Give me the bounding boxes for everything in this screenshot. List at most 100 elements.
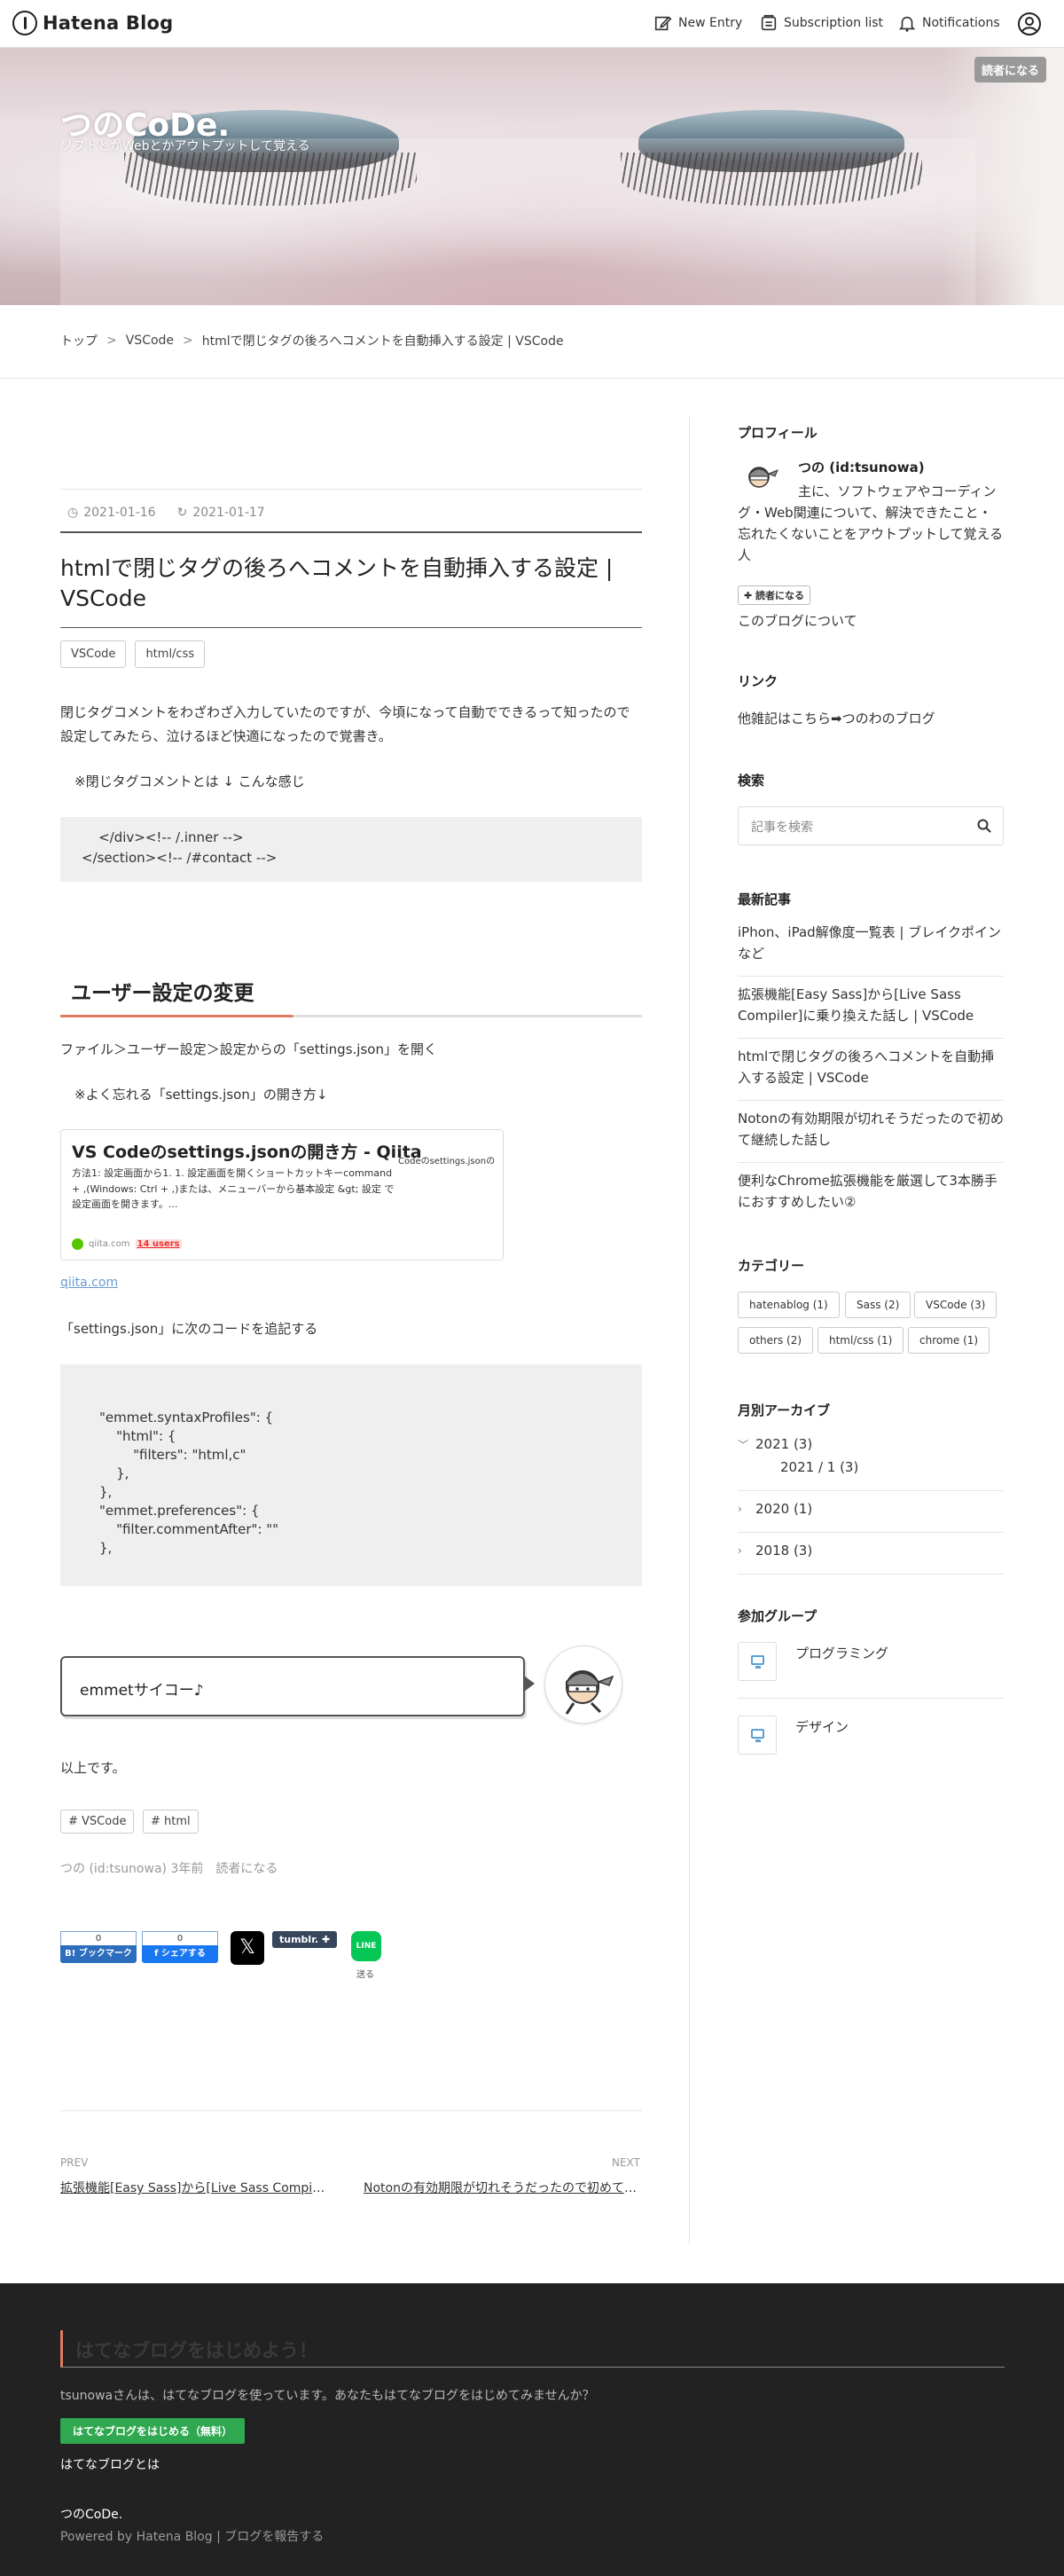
notifications-button[interactable]: Notifications — [897, 13, 1000, 33]
group-design-icon[interactable] — [738, 1716, 777, 1755]
new-entry-label: New Entry — [678, 16, 743, 30]
blog-header-image — [0, 48, 1064, 305]
category-html-css[interactable]: html/css — [135, 640, 206, 668]
chevron-right-icon: › — [738, 1544, 742, 1557]
group-programming[interactable]: プログラミング — [795, 1644, 888, 1662]
article-title[interactable]: htmlで閉じタグの後ろへコメントを自動挿入する設定 | VSCode — [60, 554, 628, 614]
archive-2018[interactable]: › 2018 (3) — [738, 1543, 812, 1559]
qiita-link[interactable]: qiita.com — [60, 1276, 118, 1290]
divider — [60, 489, 642, 490]
section-heading-text: ユーザー設定の変更 — [71, 982, 254, 1005]
archive-2020[interactable]: › 2020 (1) — [738, 1501, 812, 1517]
search-heading: 検索 — [738, 773, 765, 789]
powered-by[interactable]: Powered by Hatena Blog | ブログを報告する — [60, 2527, 324, 2545]
balloon-box: emmetサイコー♪ — [60, 1656, 525, 1716]
search-icon[interactable] — [976, 818, 992, 834]
link-card-description: 方法1: 設定画面から1. 1. 設定画面を開くショートカットキーcommand… — [72, 1167, 395, 1211]
archive-heading: 月別アーカイブ — [738, 1402, 831, 1418]
archive-2021[interactable]: ﹀ 2021 (3) — [738, 1436, 812, 1452]
link-card-title: VS Codeのsettings.jsonの開き方 - Qiita — [72, 1143, 422, 1162]
hatena-logo-icon — [12, 11, 37, 35]
subscription-icon — [761, 14, 777, 31]
next-label: NEXT — [612, 2156, 640, 2169]
category-chrome[interactable]: chrome (1) — [908, 1327, 990, 1354]
hatena-users-badge[interactable]: 14 users — [135, 1239, 182, 1249]
category-html-css-side[interactable]: html/css (1) — [818, 1327, 904, 1354]
article-dates: ◷ 2021-01-16 ↻ 2021-01-17 — [67, 506, 265, 520]
code-block-example: </div><!-- /.inner --> </section><!-- /#… — [60, 817, 642, 882]
recent-article-1[interactable]: iPhon、iPad解像度一覧表 | ブレイクポインなど — [738, 922, 1004, 971]
link-card-source: qiita.com 14 users — [72, 1238, 182, 1250]
code-block-settings: "emmet.syntaxProfiles": { "html": { "fil… — [60, 1364, 642, 1586]
group-design[interactable]: デザイン — [795, 1717, 849, 1736]
hatena-bookmark-button[interactable]: 0 B! ブックマーク — [60, 1931, 137, 1963]
footer-title: はてなブログをはじめよう！ — [60, 2330, 1005, 2368]
category-heading: カテゴリー — [738, 1258, 805, 1274]
author-avatar — [544, 1645, 622, 1724]
category-vscode-side[interactable]: VSCode (3) — [914, 1292, 998, 1318]
article-categories: VSCode html/css — [60, 640, 206, 668]
subscription-list-button[interactable]: Subscription list — [759, 13, 883, 33]
profile-subscribe-button[interactable]: ✚ 読者になる — [738, 585, 811, 605]
note-settings-json: ※よく忘れる「settings.json」の開き方↓ — [74, 1087, 328, 1103]
breadcrumb-top[interactable]: トップ — [60, 332, 98, 349]
archive-2021-01[interactable]: 2021 / 1 (3) — [780, 1459, 858, 1475]
hatena-blog-logo[interactable]: Hatena Blog — [12, 11, 173, 35]
recent-article-4[interactable]: Notonの有効期限が切れそうだったので初めて継続した話し — [738, 1108, 1004, 1158]
tumblr-share-button[interactable]: tumblr. ✚ — [272, 1931, 338, 1948]
breadcrumb: トップ > VSCode > htmlで閉じタグの後ろへコメントを自動挿入する設… — [60, 332, 564, 349]
note-closing-tag: ※閉じタグコメントとは ↓ こんな感じ — [74, 774, 305, 789]
divider — [60, 2110, 642, 2111]
next-article-link[interactable]: Notonの有効期限が切れそうだったので初めて継続した話し — [364, 2179, 642, 2196]
category-others[interactable]: others (2) — [738, 1327, 814, 1354]
category-vscode[interactable]: VSCode — [60, 640, 127, 668]
about-hatena-blog-link[interactable]: はてなブログとは — [60, 2455, 160, 2473]
edit-icon — [654, 16, 672, 31]
chevron-right-icon: › — [738, 1503, 742, 1515]
clock-icon: ◷ — [67, 506, 79, 520]
link-card-site: qiita.com — [89, 1239, 130, 1249]
profile-heading: プロフィール — [738, 425, 818, 441]
updated-date-value: 2021-01-17 — [192, 506, 265, 520]
search-placeholder: 記事を検索 — [751, 821, 813, 835]
category-sass[interactable]: Sass (2) — [845, 1292, 911, 1318]
new-entry-button[interactable]: New Entry — [653, 13, 742, 33]
user-account-icon[interactable] — [1017, 12, 1042, 36]
step-add-code: 「settings.json」に次のコードを追記する — [60, 1321, 318, 1337]
recent-article-3[interactable]: htmlで閉じタグの後ろへコメントを自動挿入する設定 | VSCode — [738, 1046, 1004, 1096]
groups-heading: 参加グループ — [738, 1608, 818, 1624]
about-blog-link[interactable]: このブログについて — [738, 611, 857, 630]
footer-title-text: はてなブログをはじめよう！ — [75, 2340, 317, 2361]
facebook-share-label: f シェアする — [142, 1945, 218, 1963]
facebook-share-button[interactable]: 0 f シェアする — [142, 1931, 218, 1963]
speech-balloon: emmetサイコー♪ — [60, 1645, 642, 1743]
brand-name: Hatena Blog — [43, 12, 174, 34]
recent-article-5[interactable]: 便利なChrome拡張機能を厳選して3本勝手におすすめしたい② — [738, 1170, 1004, 1220]
breadcrumb-vscode[interactable]: VSCode — [126, 334, 174, 348]
link-other-blog[interactable]: 他雑記はこちら➡つのわのブログ — [738, 709, 1004, 727]
link-card-qiita[interactable]: VS Codeのsettings.jsonの開き方 - Qiita 方法1: 設… — [60, 1129, 504, 1261]
outro-paragraph: 以上です。 — [60, 1760, 126, 1776]
tag-html[interactable]: # html — [143, 1810, 199, 1834]
hatena-bookmark-count: 0 — [60, 1931, 137, 1945]
start-hatena-blog-button[interactable]: はてなブログをはじめる（無料） — [60, 2418, 246, 2444]
profile-description: 主に、ソフトウェアやコーディング・Web関連について、解決できたこと・忘れたくな… — [738, 481, 1004, 566]
search-input[interactable]: 記事を検索 — [738, 806, 1004, 845]
footer-blog-name[interactable]: つのCoDe. — [60, 2505, 122, 2523]
category-hatenablog[interactable]: hatenablog (1) — [738, 1292, 840, 1318]
subscribe-button[interactable]: 読者になる — [974, 57, 1047, 82]
bell-icon — [898, 16, 916, 32]
recent-article-2[interactable]: 拡張機能[Easy Sass]から[Live Sass Compiler]に乗り… — [738, 984, 1004, 1033]
archive-2018-label: 2018 (3) — [755, 1543, 813, 1559]
line-share-button[interactable]: LINE — [351, 1931, 381, 1961]
prev-article-link[interactable]: 拡張機能[Easy Sass]から[Live Sass Compiler]に乗り… — [60, 2179, 326, 2196]
step-open-settings: ファイル＞ユーザー設定＞設定からの「settings.json」を開く — [60, 1041, 437, 1057]
breadcrumb-separator: > — [183, 334, 193, 348]
x-share-button[interactable]: 𝕏 — [231, 1931, 264, 1965]
profile-name[interactable]: つの (id:tsunowa) — [798, 458, 925, 476]
tag-vscode[interactable]: # VSCode — [60, 1810, 135, 1834]
facebook-share-count: 0 — [142, 1931, 218, 1945]
author-byline[interactable]: つの (id:tsunowa) 3年前 読者になる — [60, 1859, 278, 1877]
group-programming-icon[interactable] — [738, 1642, 777, 1681]
qiita-icon — [72, 1238, 83, 1250]
